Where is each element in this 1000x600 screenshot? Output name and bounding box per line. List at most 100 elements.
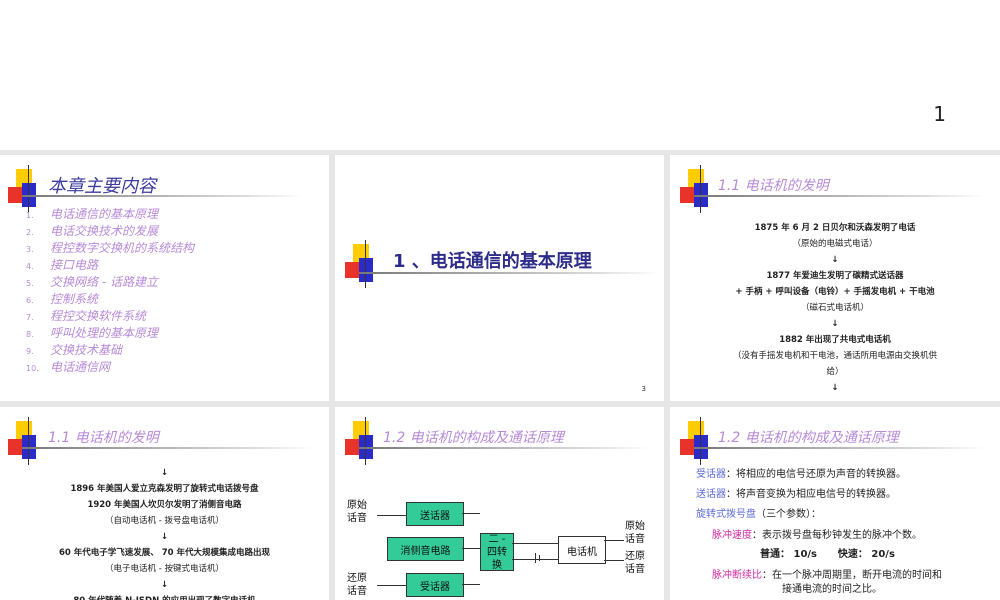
title-rule [694,195,984,197]
body-line: 60 年代电子学飞速发展、 70 年代大规模集成电路出现 [58,548,271,558]
toc-item-number: 8. [26,330,34,339]
slide-title: 1.1 电话机的发明 [718,178,829,194]
slide-logo-icon [8,417,38,465]
body-line: 1920 年美国人坎贝尔发明了消侧音电路 [87,500,242,510]
toc-item: 9. 交换技术基础 [26,341,194,358]
body-line: （没有手摇发电机和干电池，通话所用电源由交换机供 [732,351,937,361]
receiver-block: 受话器 [406,573,464,597]
body-line-dial: 旋转式拨号盘（三个参数）： [696,509,821,520]
body-line: （自动电话机 - 拨号盘电话机） [105,516,224,526]
toc-item: 2. 电话交换技术的发展 [26,222,194,239]
toc-list: 1. 电话通信的基本原理 2. 电话交换技术的发展 3. 程控数字交换机的系统结构 4. 接口… [26,205,194,375]
toc-item-number: 5. [26,279,34,288]
arrow-down-icon: ↓ [160,580,169,590]
source-voice-label: 原始 话音 [347,500,367,524]
toc-item-number: 7. [26,313,34,322]
toc-item: 4. 接口电路 [26,256,194,273]
battery-icon [535,553,536,563]
body-line: 1882 年出现了共电式电话机 [779,335,891,345]
hybrid-block: 二 - 四转 换 [480,533,514,571]
body-line-transmitter: 送话器：将声音变换为相应电信号的转换器。 [696,489,896,500]
phone-block: 电话机 [558,536,606,564]
slide-thumbnail-3[interactable]: 1.1 电话机的发明 1875 年 6 月 2 日贝尔和沃森发明了电话 （原始的电… [670,155,1000,401]
toc-item-number: 4. [26,262,34,271]
slide-thumbnail-6[interactable]: 1.2 电话机的构成及通话原理 受话器：将相应的电信号还原为声音的转换器。 送话… [670,407,1000,600]
toc-item-number: 6. [26,296,34,305]
toc-item-text: 控制系统 [50,292,99,306]
slide-logo-icon [680,417,710,465]
slide-title: 1.2 电话机的构成及通话原理 [718,430,899,446]
arrow-down-icon: ↓ [160,532,169,542]
connector [604,560,624,561]
battery-icon [539,555,540,561]
slide-title: 1.1 电话机的发明 [48,430,159,446]
connector [462,513,480,514]
toc-item-text: 程控交换软件系统 [50,309,147,323]
slide-thumbnail-4[interactable]: 1.1 电话机的发明 ↓ 1896 年美国人爱立克森发明了旋转式电话拨号盘 1920… [0,407,329,600]
arrow-down-icon: ↓ [831,383,839,393]
toc-item-number: 2. [26,228,34,237]
body-line: 1896 年美国人爱立克森发明了旋转式电话拨号盘 [70,484,259,494]
slide-title: 本章主要内容 [48,176,156,197]
toc-item: 1. 电话通信的基本原理 [26,205,194,222]
restored-voice-label: 还原 话音 [347,573,367,597]
title-rule [22,447,312,449]
toc-item-number: 10. [26,364,39,373]
connector [377,585,406,586]
toc-item: 7. 程控交换软件系统 [26,307,194,324]
toc-item-text: 程控数字交换机的系统结构 [50,241,195,255]
connector [604,540,624,541]
connector [462,548,480,549]
toc-item-number: 1. [26,211,34,220]
transmitter-block: 送话器 [406,502,464,526]
slide-thumbnail-1[interactable]: 本章主要内容 1. 电话通信的基本原理 2. 电话交换技术的发展 3. 程控数字交换机的系… [0,155,329,401]
slide-logo-icon [345,417,375,465]
toc-item: 8. 呼叫处理的基本原理 [26,324,194,341]
body-line: 80 年代随着 N-ISDN 的应用出现了数字电话机 [0,593,329,600]
body-line-receiver: 受话器：将相应的电信号还原为声音的转换器。 [696,469,906,480]
body-line: 1877 年爱迪生发明了碳精式送话器 [766,271,904,281]
body-line-speeds: 普通： 10/s 快速： 20/s [760,549,895,560]
toc-item-text: 电话通信网 [50,360,111,374]
output-source-voice-label: 原始 话音 [625,521,645,545]
connector [462,584,480,585]
toc-item: 3. 程控数字交换机的系统结构 [26,239,194,256]
body-line: 给） [826,367,844,377]
body-line-break-ratio-cont: 接通电流的时间之比。 [782,584,882,595]
body-line-break-ratio: 脉冲断续比：在一个脉冲周期里，断开电流的时间和 [712,570,942,581]
line-wire [512,543,558,544]
body-line: （磁石式电话机） [800,303,869,313]
toc-item: 5. 交换网络 - 话路建立 [26,273,194,290]
slide-thumbnail-2[interactable]: 1 、电话通信的基本原理 3 [335,155,664,401]
title-rule [359,447,649,449]
toc-item-number: 3. [26,245,34,254]
blank-slide-area: 1 [0,0,1000,150]
body-line: + 手柄 + 呼叫设备（电铃）+ 手摇发电机 + 干电池 [735,287,935,297]
slide-logo-icon [8,165,38,213]
toc-item-text: 接口电路 [50,258,99,272]
slide-logo-icon [345,240,375,288]
slide-title: 1.2 电话机的构成及通话原理 [383,430,564,446]
toc-item: 10. 电话通信网 [26,358,194,375]
body-line: （原始的电磁式电话） [792,239,878,249]
page-number: 1 [933,102,946,126]
slide-body: ↓ 1896 年美国人爱立克森发明了旋转式电话拨号盘 1920 年美国人坎贝尔发明了… [0,465,329,600]
title-rule [694,447,984,449]
sidetone-block: 消侧音电路 [387,537,464,561]
arrow-down-icon: ↓ [160,468,169,478]
toc-item-text: 电话交换技术的发展 [50,224,159,238]
toc-item-text: 交换网络 - 话路建立 [50,275,158,289]
toc-item: 6. 控制系统 [26,290,194,307]
toc-item-text: 呼叫处理的基本原理 [50,326,159,340]
slide-number: 3 [641,385,646,393]
slide-thumbnail-5[interactable]: 1.2 电话机的构成及通话原理 原始 话音 还原 话音 送话器 消侧音电路 受话… [335,407,664,600]
body-line: 1875 年 6 月 2 日贝尔和沃森发明了电话 [754,223,916,233]
arrow-down-icon: ↓ [831,319,839,329]
toc-item-text: 交换技术基础 [50,343,123,357]
toc-item-number: 9. [26,347,34,356]
toc-item-text: 电话通信的基本原理 [50,207,159,221]
body-line: （电子电话机 - 按键式电话机） [105,564,224,574]
slide-title: 1 、电话通信的基本原理 [393,251,592,272]
arrow-down-icon: ↓ [831,255,839,265]
body-line-pulse-speed: 脉冲速度：表示拨号盘每秒钟发生的脉冲个数。 [712,530,922,541]
